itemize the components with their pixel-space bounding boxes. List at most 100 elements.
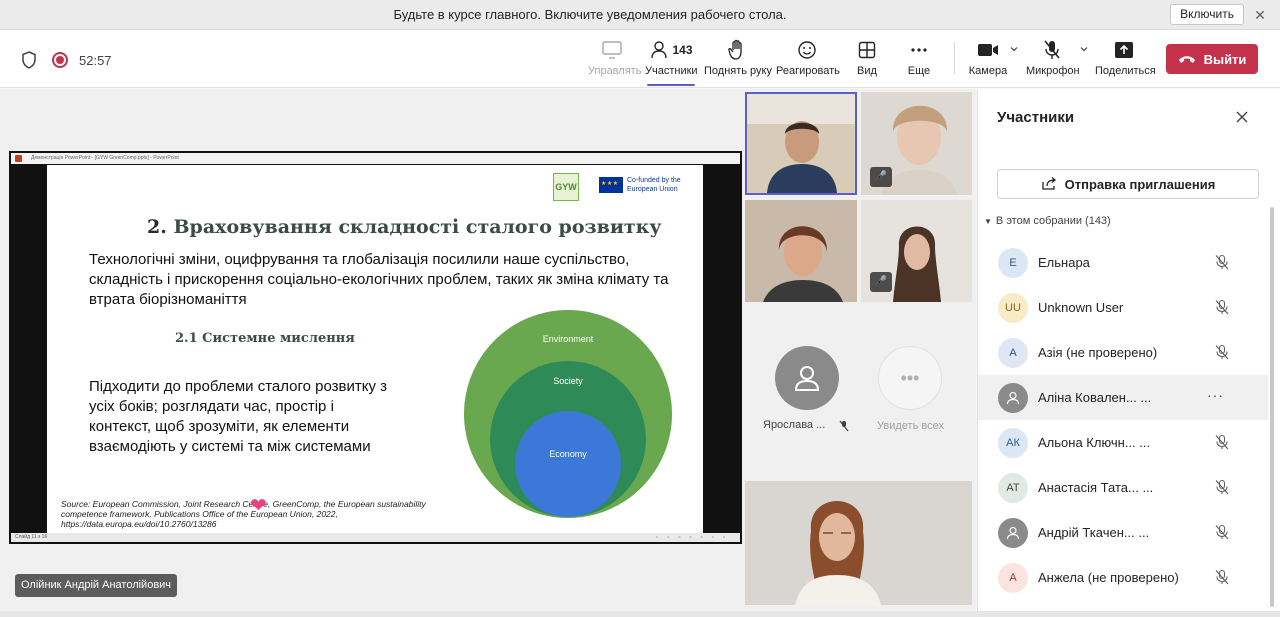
manage-button[interactable]: Управлять [588, 38, 642, 84]
nested-circles-diagram: Environment Society Economy [464, 310, 672, 518]
economy-circle [515, 411, 621, 517]
panel-title: Участники [997, 109, 1075, 126]
mic-off-icon [1215, 344, 1229, 360]
participants-label: Участники [645, 65, 698, 77]
notification-bar: Будьте в курсе главного. Включите уведом… [0, 0, 1280, 30]
ppt-title-bar: Демонстрація PowerPoint - [GYW GreenComp… [11, 153, 740, 164]
slide-title-number: 2. [147, 216, 167, 238]
mic-off-icon: 🎤 [870, 167, 892, 187]
camera-label: Камера [968, 65, 1008, 77]
ppt-title: Демонстрація PowerPoint - [GYW GreenComp… [31, 155, 179, 161]
participant-row[interactable]: Е Ельнара [978, 240, 1268, 285]
share-button[interactable]: Поделиться [1095, 38, 1156, 84]
avatar: АК [998, 427, 1028, 458]
participant-row[interactable]: UU Unknown User [978, 285, 1268, 330]
participant-name: Unknown User [1038, 300, 1124, 315]
participant-row[interactable]: Аліна Ковален... ... ··· [978, 375, 1268, 420]
video-tile-participant-4[interactable]: 🎤 [861, 200, 972, 302]
chevron-down-icon[interactable] [1079, 44, 1089, 54]
enable-notifications-button[interactable]: Включить [1170, 4, 1244, 25]
ppt-status-bar: Слайд 11 з 16 ▫▫▫▫▫▫▫ [11, 533, 740, 542]
society-label: Society [553, 376, 583, 386]
more-options-icon[interactable]: ··· [1207, 387, 1224, 403]
section-label: В этом собрании (143) [995, 215, 1111, 227]
close-icon[interactable]: ✕ [1250, 5, 1270, 25]
more-icon [911, 48, 927, 52]
eu-cofunded-text: Co-funded by the European Union [627, 176, 681, 194]
close-icon[interactable] [1232, 107, 1252, 127]
raise-hand-label: Поднять руку [704, 65, 772, 77]
camera-button[interactable]: Камера [968, 38, 1008, 84]
slide-subtitle-text: Системне мислення [202, 331, 355, 346]
eu-flag-logo [599, 177, 623, 193]
see-all-button[interactable]: ••• [878, 346, 942, 410]
phone-hangup-icon [1178, 56, 1195, 63]
mic-off-icon [1215, 299, 1229, 315]
grid-icon [858, 41, 876, 59]
economy-label: Economy [549, 449, 587, 459]
see-all-label: Увидеть всех [877, 420, 944, 432]
react-button[interactable]: Реагировать [776, 38, 840, 84]
video-tile-participant-5[interactable] [745, 481, 972, 605]
participants-button[interactable]: 143 Участники [645, 38, 698, 86]
leave-button[interactable]: Выйти [1166, 44, 1258, 74]
participant-row[interactable]: А Анжела (не проверено) [978, 555, 1268, 600]
heart-reaction-icon: ❤ [250, 495, 267, 517]
meeting-timer: 52:57 [79, 52, 112, 68]
participant-row[interactable]: А Азія (не проверено) [978, 330, 1268, 375]
participant-row[interactable]: АК Альона Ключн... ... [978, 420, 1268, 465]
mic-off-icon [1044, 40, 1060, 59]
video-tile-participant-2[interactable]: 🎤 [861, 92, 972, 195]
mic-off-icon [839, 420, 849, 432]
mic-off-icon [1215, 569, 1229, 585]
video-tile-participant-3[interactable] [745, 200, 857, 302]
presenter-name-tag: Олійник Андрій Анатолійович [15, 574, 178, 597]
avatar[interactable] [775, 346, 839, 410]
participants-list: Е Ельнара UU Unknown User А Азія (не проверен… [978, 240, 1268, 600]
participant-video [747, 94, 855, 193]
in-meeting-section-header[interactable]: ▼ В этом собрании (143) [984, 215, 1111, 227]
more-button[interactable]: Еще [903, 38, 935, 84]
mic-button[interactable]: Микрофон [1026, 38, 1080, 84]
avatar: АТ [998, 472, 1028, 503]
manage-label: Управлять [588, 65, 642, 77]
toolbar-divider [954, 42, 955, 74]
avatar [998, 382, 1028, 413]
video-tile-speaker[interactable] [745, 92, 857, 195]
participant-row[interactable]: Андрій Ткачен... ... [978, 510, 1268, 555]
taskbar-strip [0, 611, 1280, 617]
emoji-icon [798, 41, 816, 59]
hand-icon [728, 39, 742, 60]
tile-name-yaroslava: Ярослава ... [763, 419, 826, 431]
shield-icon[interactable] [20, 50, 38, 70]
presentation-slide: GYW Co-funded by the European Union 2. В… [47, 165, 703, 534]
react-label: Реагировать [776, 65, 840, 77]
shared-screen[interactable]: Демонстрація PowerPoint - [GYW GreenComp… [9, 151, 742, 544]
person-icon [794, 366, 820, 391]
slide-source: Source: European Commission, Joint Resea… [61, 499, 426, 529]
panel-scrollbar[interactable] [1270, 207, 1274, 607]
powerpoint-icon [15, 155, 22, 162]
view-button[interactable]: Вид [853, 38, 881, 84]
participant-row[interactable]: АТ Анастасія Тата... ... [978, 465, 1268, 510]
slide-title-text: Враховування складності сталого розвитку [173, 216, 662, 238]
slide-title: 2. Враховування складності сталого розви… [147, 216, 662, 238]
participant-video [745, 200, 857, 302]
mic-off-icon: 🎤 [870, 272, 892, 292]
mic-label: Микрофон [1026, 65, 1080, 77]
raise-hand-button[interactable]: Поднять руку [704, 38, 772, 84]
avatar: Е [998, 247, 1028, 278]
caret-down-icon: ▼ [984, 217, 992, 226]
send-invite-label: Отправка приглашения [1064, 176, 1216, 192]
person-icon [1006, 526, 1020, 539]
people-icon [651, 41, 668, 59]
avatar: UU [998, 292, 1028, 323]
avatar: А [998, 562, 1028, 593]
recording-icon [52, 52, 68, 68]
send-invite-button[interactable]: Отправка приглашения [997, 169, 1259, 199]
chevron-down-icon[interactable] [1009, 44, 1019, 54]
environment-label: Environment [543, 334, 594, 344]
leave-label: Выйти [1203, 51, 1247, 67]
view-label: Вид [857, 65, 877, 77]
share-screen-icon [602, 41, 622, 59]
